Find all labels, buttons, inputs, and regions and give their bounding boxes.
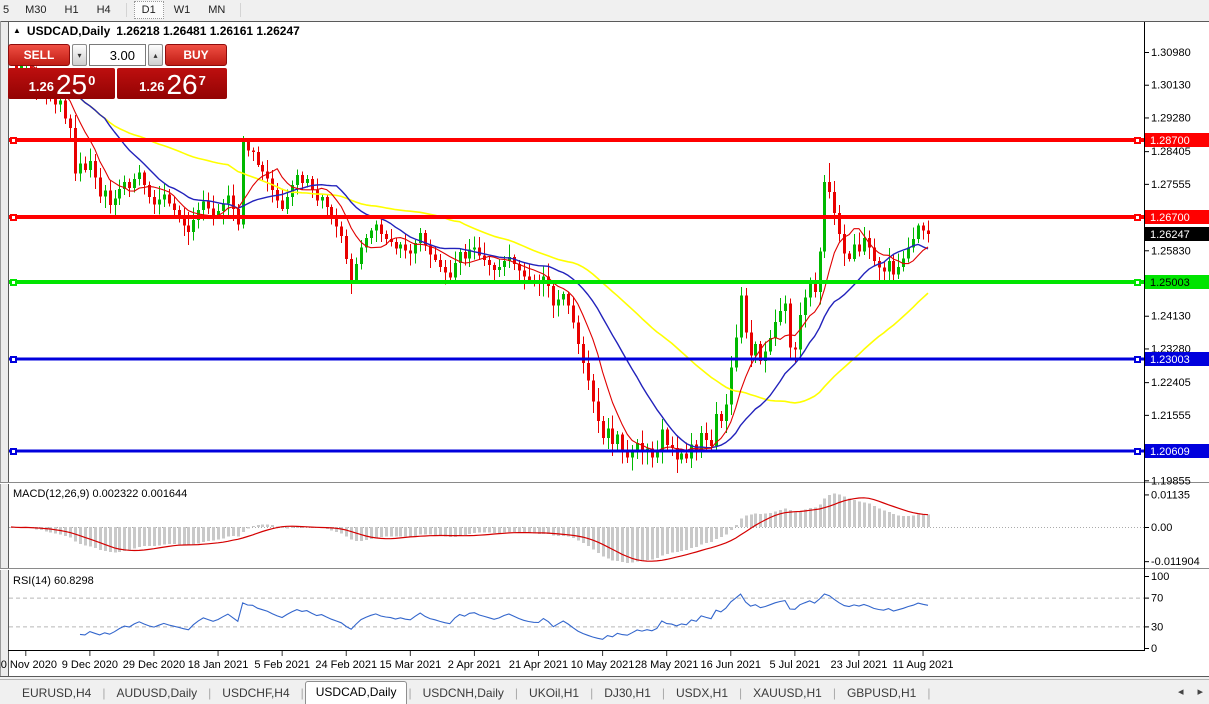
- svg-text:1.21555: 1.21555: [1151, 410, 1191, 422]
- svg-text:0: 0: [1151, 643, 1157, 655]
- macd-label: MACD(12,26,9) 0.002322 0.001644: [13, 488, 187, 500]
- svg-text:9 Dec 2020: 9 Dec 2020: [62, 659, 118, 671]
- timeframe-button-m30[interactable]: M30: [17, 1, 54, 19]
- svg-text:21 Apr 2021: 21 Apr 2021: [509, 659, 568, 671]
- tab-separator: |: [300, 682, 305, 704]
- svg-text:20 Nov 2020: 20 Nov 2020: [0, 659, 57, 671]
- chart-tab-usdchf-h4[interactable]: USDCHF,H4: [212, 682, 299, 704]
- svg-text:1.25830: 1.25830: [1151, 245, 1191, 257]
- collapse-triangle-icon[interactable]: ▲: [13, 26, 21, 35]
- sell-price-main: 25: [56, 73, 87, 97]
- chart-tab-bar: EURUSD,H4|AUDUSD,Daily|USDCHF,H4|USDCAD,…: [0, 679, 1209, 704]
- chart-tab-usdcad-daily[interactable]: USDCAD,Daily: [305, 681, 408, 704]
- svg-text:18 Jan 2021: 18 Jan 2021: [188, 659, 249, 671]
- svg-text:100: 100: [1151, 571, 1169, 583]
- volume-input[interactable]: [89, 44, 146, 66]
- hline-1.23003[interactable]: [9, 358, 1144, 361]
- chart-tab-audusd-daily[interactable]: AUDUSD,Daily: [106, 682, 207, 704]
- sell-button[interactable]: SELL: [8, 44, 70, 66]
- svg-text:11 Aug 2021: 11 Aug 2021: [893, 659, 954, 671]
- chart-canvas[interactable]: MACD(12,26,9) 0.002322 0.001644 RSI(14) 6…: [0, 0, 1209, 704]
- chart-tab-strip: EURUSD,H4|AUDUSD,Daily|USDCHF,H4|USDCAD,…: [12, 680, 931, 704]
- volume-decrease-button[interactable]: ▾: [72, 44, 87, 66]
- hline-1.25003[interactable]: [9, 280, 1144, 284]
- timeframe-button-d1[interactable]: D1: [134, 1, 164, 19]
- svg-text:1.27555: 1.27555: [1151, 179, 1191, 191]
- buy-price-pip: 7: [199, 73, 206, 88]
- svg-text:1.30980: 1.30980: [1151, 47, 1191, 59]
- svg-text:28 May 2021: 28 May 2021: [635, 659, 699, 671]
- svg-text:30: 30: [1151, 621, 1163, 633]
- svg-text:1.30130: 1.30130: [1151, 80, 1191, 92]
- chart-tab-gbpusd-h1[interactable]: GBPUSD,H1: [837, 682, 926, 704]
- tab-separator: |: [926, 682, 931, 704]
- svg-text:0.01135: 0.01135: [1151, 489, 1190, 501]
- timeframe-button-w1[interactable]: W1: [166, 1, 199, 19]
- chart-ohlc-values: 1.26218 1.26481 1.26161 1.26247: [116, 24, 300, 38]
- svg-text:-0.011904: -0.011904: [1151, 556, 1200, 568]
- toolbar-separator: [240, 3, 241, 17]
- chart-symbol-title: USDCAD,Daily: [27, 24, 110, 38]
- rsi-label: RSI(14) 60.8298: [13, 575, 94, 587]
- chart-window-header: ▲ USDCAD,Daily 1.26218 1.26481 1.26161 1…: [13, 24, 300, 38]
- svg-text:23 Jul 2021: 23 Jul 2021: [831, 659, 888, 671]
- buy-price-main: 26: [166, 73, 197, 97]
- volume-increase-button[interactable]: ▴: [148, 44, 163, 66]
- svg-text:1.28405: 1.28405: [1151, 146, 1191, 158]
- chart-tab-usdx-h1[interactable]: USDX,H1: [666, 682, 738, 704]
- timeframe-toolbar: 5M30H1H4 D1W1MN: [0, 0, 1209, 20]
- mt4-workspace: 5M30H1H4 D1W1MN MACD(12,26,9) 0.002322 0.…: [0, 0, 1209, 704]
- chart-tab-eurusd-h4[interactable]: EURUSD,H4: [12, 682, 101, 704]
- svg-text:2 Apr 2021: 2 Apr 2021: [448, 659, 501, 671]
- svg-text:1.26700: 1.26700: [1150, 212, 1190, 224]
- toolbar-separator: [126, 3, 127, 17]
- svg-text:24 Feb 2021: 24 Feb 2021: [315, 659, 377, 671]
- sell-price-display[interactable]: 1.26 25 0: [8, 68, 115, 99]
- chart-tab-dj30-h1[interactable]: DJ30,H1: [594, 682, 661, 704]
- svg-text:1.20609: 1.20609: [1150, 446, 1190, 458]
- timeframe-button-h1[interactable]: H1: [57, 1, 87, 19]
- timeframe-button-h4[interactable]: H4: [89, 1, 119, 19]
- svg-text:1.24130: 1.24130: [1151, 311, 1191, 323]
- timeframe-button-5[interactable]: 5: [1, 1, 15, 19]
- svg-text:1.29280: 1.29280: [1151, 112, 1191, 124]
- timeframe-button-mn[interactable]: MN: [200, 1, 233, 19]
- svg-text:16 Jun 2021: 16 Jun 2021: [700, 659, 761, 671]
- svg-text:1.28700: 1.28700: [1150, 135, 1190, 147]
- chart-tab-xauusd-h1[interactable]: XAUUSD,H1: [743, 682, 832, 704]
- svg-text:70: 70: [1151, 593, 1163, 605]
- hline-1.20609[interactable]: [9, 450, 1144, 453]
- svg-text:15 Mar 2021: 15 Mar 2021: [379, 659, 441, 671]
- hline-1.26700[interactable]: [9, 215, 1144, 219]
- svg-text:29 Dec 2020: 29 Dec 2020: [123, 659, 185, 671]
- svg-text:1.23003: 1.23003: [1150, 354, 1190, 366]
- buy-price-display[interactable]: 1.26 26 7: [117, 68, 227, 99]
- svg-text:1.25003: 1.25003: [1150, 277, 1190, 289]
- chart-tab-ukoil-h1[interactable]: UKOil,H1: [519, 682, 589, 704]
- sell-price-pip: 0: [88, 73, 95, 88]
- tab-scroll-left-icon[interactable]: ◂: [1178, 685, 1184, 698]
- tab-scroll-right-icon[interactable]: ▸: [1197, 685, 1203, 698]
- chart-tab-usdcnh-daily[interactable]: USDCNH,Daily: [413, 682, 514, 704]
- hline-1.28700[interactable]: [9, 138, 1144, 142]
- sell-price-handle: 1.26: [29, 79, 54, 94]
- svg-text:5 Jul 2021: 5 Jul 2021: [769, 659, 820, 671]
- svg-text:1.22405: 1.22405: [1151, 377, 1191, 389]
- svg-text:10 May 2021: 10 May 2021: [571, 659, 635, 671]
- svg-text:1.26247: 1.26247: [1150, 229, 1190, 241]
- svg-text:1.19855: 1.19855: [1151, 475, 1191, 487]
- svg-text:5 Feb 2021: 5 Feb 2021: [254, 659, 310, 671]
- svg-text:0.00: 0.00: [1151, 522, 1172, 534]
- one-click-trading-panel: SELL ▾ ▴ BUY 1.26 25 0 1.26 26 7: [8, 44, 227, 99]
- buy-button[interactable]: BUY: [165, 44, 227, 66]
- buy-price-handle: 1.26: [139, 79, 164, 94]
